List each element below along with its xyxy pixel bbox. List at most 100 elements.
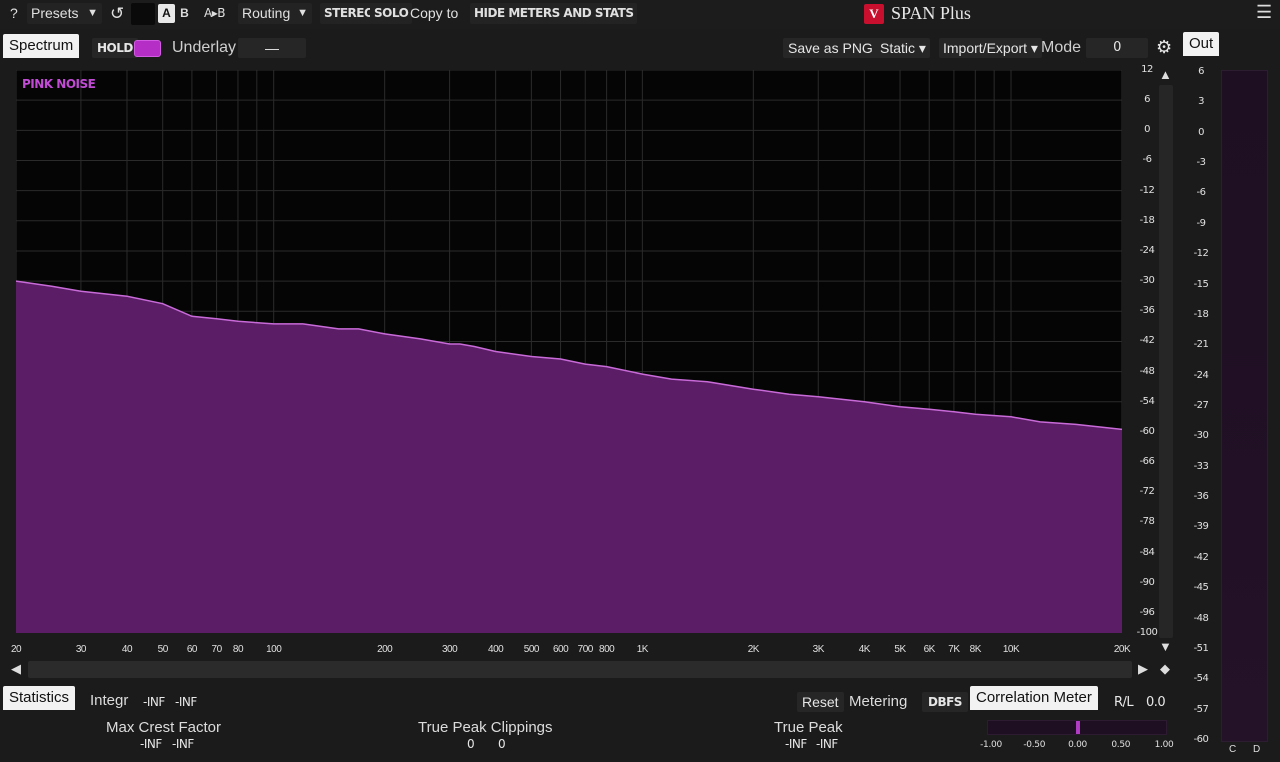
out-tick-label: -30 <box>1193 430 1209 442</box>
x-tick-label: 8K <box>969 644 982 655</box>
correlation-tick-label: 1.00 <box>1154 740 1174 750</box>
routing-label: Routing <box>242 5 291 21</box>
tab-correlation-meter[interactable]: Correlation Meter <box>970 686 1098 710</box>
y-tick-label: -78 <box>1139 516 1155 528</box>
presets-label: Presets <box>31 5 79 21</box>
integr-right-value: -INF <box>175 695 197 709</box>
y-tick-label: -18 <box>1139 214 1155 226</box>
hide-meters-button[interactable]: HIDE METERS AND STATS <box>470 3 638 24</box>
scroll-up-icon[interactable]: ▲ <box>1159 67 1172 82</box>
vertical-scrollbar[interactable] <box>1159 85 1173 638</box>
metering-dropdown[interactable]: DBFS <box>922 692 968 712</box>
app-logo-icon: V <box>864 4 884 24</box>
copy-to-button[interactable]: Copy to <box>406 3 462 24</box>
x-tick-label: 2K <box>747 644 760 655</box>
y-tick-label: -60 <box>1139 425 1155 437</box>
out-tick-label: -27 <box>1193 400 1209 411</box>
y-tick-label: -96 <box>1139 606 1155 618</box>
presets-button[interactable]: Presets ▼ <box>27 3 102 24</box>
y-tick-label: -6 <box>1142 154 1152 166</box>
max-crest-left-value: -INF <box>140 737 162 751</box>
x-tick-label: 80 <box>232 644 244 655</box>
x-tick-label: 20 <box>10 644 22 655</box>
correlation-tick-label: 0.50 <box>1111 740 1131 750</box>
y-tick-label: -36 <box>1139 305 1155 317</box>
hold-button[interactable]: HOLD <box>92 38 138 58</box>
true-peak-clippings-right-value: 0 <box>498 737 506 751</box>
correlation-tick-label: 0.00 <box>1068 740 1087 750</box>
x-tick-label: 5K <box>894 644 906 655</box>
static-dropdown[interactable]: Static ▾ <box>876 38 930 58</box>
integr-label: Integr <box>90 692 129 709</box>
help-button[interactable]: ? <box>6 3 22 24</box>
x-tick-label: 70 <box>211 644 223 655</box>
x-tick-label: 300 <box>441 644 458 655</box>
chevron-down-icon: ▼ <box>87 7 98 19</box>
y-tick-label: -30 <box>1139 275 1155 287</box>
gear-icon[interactable]: ⚙ <box>1156 37 1172 57</box>
underlay-select[interactable]: — <box>238 38 306 58</box>
reset-button[interactable]: Reset <box>797 692 844 712</box>
out-tick-label: -42 <box>1193 551 1209 563</box>
y-tick-label: -42 <box>1139 335 1155 347</box>
trace-label: PINK NOISE <box>22 77 96 91</box>
x-tick-label: 200 <box>377 644 393 655</box>
y-tick-label: -72 <box>1139 486 1155 498</box>
correlation-tick-label: -0.50 <box>1023 740 1046 750</box>
scroll-left-icon[interactable]: ◀ <box>11 661 21 677</box>
import-export-dropdown[interactable]: Import/Export ▾ <box>939 38 1042 58</box>
out-tick-label: -54 <box>1193 673 1209 685</box>
y-tick-label: -90 <box>1139 576 1155 588</box>
spectrum-plot[interactable] <box>16 70 1122 633</box>
out-tick-label: -15 <box>1193 278 1209 290</box>
mode-value[interactable]: 0 <box>1086 38 1148 58</box>
out-tick-label: -57 <box>1193 703 1209 715</box>
x-tick-label: 10K <box>1002 644 1020 655</box>
correlation-tick-label: -1.00 <box>980 740 1002 750</box>
out-tick-label: -51 <box>1193 642 1209 654</box>
x-tick-label: 60 <box>186 644 198 655</box>
x-tick-label: 1K <box>636 644 649 655</box>
horizontal-scrollbar[interactable] <box>28 661 1132 678</box>
out-tick-label: -6 <box>1196 187 1206 199</box>
true-peak-label: True Peak <box>774 719 843 736</box>
scroll-down-icon[interactable]: ▼ <box>1159 639 1172 654</box>
routing-button[interactable]: Routing ▼ <box>238 3 312 24</box>
hold-color-swatch[interactable] <box>134 40 161 57</box>
correlation-indicator <box>1075 721 1080 734</box>
out-tick-label: -36 <box>1193 491 1209 503</box>
y-tick-label: 0 <box>1144 124 1150 136</box>
x-tick-label: 50 <box>157 644 169 655</box>
out-tick-label: -60 <box>1193 734 1209 745</box>
rl-label: R/L <box>1114 695 1134 710</box>
channel-d-label: D <box>1253 744 1261 755</box>
color-swatch[interactable] <box>131 3 155 25</box>
tab-statistics[interactable]: Statistics <box>3 686 76 710</box>
x-tick-label: 800 <box>599 644 615 655</box>
tab-spectrum[interactable]: Spectrum <box>3 34 80 58</box>
out-tick-label: -21 <box>1193 339 1209 351</box>
x-tick-label: 400 <box>488 644 504 655</box>
diamond-icon[interactable]: ◆ <box>1160 661 1170 677</box>
a-to-b-button[interactable]: A▸B <box>200 3 229 24</box>
menu-icon[interactable]: ☰ <box>1256 2 1272 23</box>
save-png-button[interactable]: Save as PNG <box>783 38 878 58</box>
y-tick-label: -100 <box>1136 627 1158 638</box>
out-tick-label: -18 <box>1193 308 1209 320</box>
b-button[interactable]: B <box>176 4 193 23</box>
y-tick-label: -66 <box>1139 456 1155 468</box>
undo-icon[interactable]: ↺ <box>106 3 128 24</box>
x-tick-label: 3K <box>812 644 825 655</box>
channel-c-label: C <box>1229 744 1237 755</box>
max-crest-right-value: -INF <box>172 737 194 751</box>
mode-label: Mode <box>1041 39 1082 56</box>
true-peak-right-value: -INF <box>816 737 838 751</box>
rl-value: 0.0 <box>1146 695 1166 710</box>
scroll-right-icon[interactable]: ▶ <box>1138 661 1148 677</box>
tab-out[interactable]: Out <box>1183 32 1220 56</box>
out-tick-label: 0 <box>1198 126 1204 138</box>
x-tick-label: 100 <box>266 644 282 655</box>
chevron-down-icon: ▼ <box>297 7 308 19</box>
a-button[interactable]: A <box>158 4 175 23</box>
out-tick-label: -9 <box>1196 217 1206 229</box>
